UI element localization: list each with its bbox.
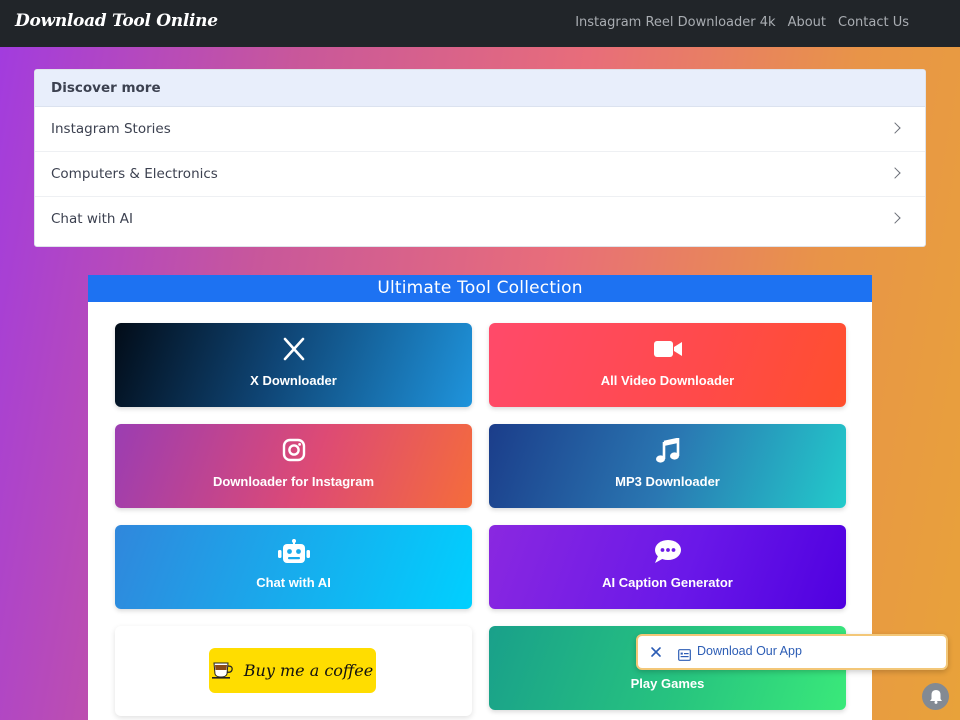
x-logo-icon — [115, 337, 472, 365]
tile-chat-with-ai[interactable]: Chat with AI — [115, 525, 472, 609]
nav-link-reel-downloader[interactable]: Instagram Reel Downloader 4k — [575, 15, 775, 30]
discover-item-label: Chat with AI — [51, 211, 133, 227]
close-icon[interactable] — [648, 644, 664, 660]
coffee-button-label: Buy me a coffee — [243, 661, 374, 680]
chevron-right-icon — [889, 212, 901, 224]
discover-heading: Discover more — [35, 70, 925, 107]
coffee-cup-icon — [211, 659, 234, 683]
robot-icon — [115, 539, 472, 567]
video-camera-icon — [489, 337, 846, 365]
tile-x-downloader[interactable]: X Downloader — [115, 323, 472, 407]
discover-item-computers[interactable]: Computers & Electronics — [35, 152, 925, 197]
nav-link-contact[interactable]: Contact Us — [838, 15, 909, 30]
discover-item-chat-ai[interactable]: Chat with AI — [35, 197, 925, 242]
nav-link-about[interactable]: About — [788, 15, 826, 30]
buy-me-a-coffee-button[interactable]: Buy me a coffee — [209, 648, 376, 693]
instagram-icon — [115, 438, 472, 466]
brand-logo[interactable]: Download Tool Online — [15, 11, 218, 31]
nav-links: Instagram Reel Downloader 4k About Conta… — [575, 15, 909, 30]
tile-instagram-downloader[interactable]: Downloader for Instagram — [115, 424, 472, 508]
discover-more-card: Discover more Instagram Stories Computer… — [34, 69, 926, 247]
chevron-right-icon — [889, 122, 901, 134]
tile-label: Chat with AI — [256, 575, 331, 590]
tile-label: Downloader for Instagram — [212, 474, 375, 489]
chevron-right-icon — [889, 167, 901, 179]
notification-bell-icon[interactable] — [922, 683, 949, 710]
tile-all-video-downloader[interactable]: All Video Downloader — [489, 323, 846, 407]
tile-label: Play Games — [630, 676, 705, 691]
app-window-icon — [678, 646, 691, 661]
music-note-icon — [489, 438, 846, 466]
discover-item-instagram-stories[interactable]: Instagram Stories — [35, 107, 925, 152]
top-navbar: Download Tool Online Instagram Reel Down… — [0, 0, 960, 47]
tile-label: X Downloader — [250, 373, 337, 388]
tile-buy-me-a-coffee: Buy me a coffee — [115, 626, 472, 716]
tile-mp3-downloader[interactable]: MP3 Downloader — [489, 424, 846, 508]
download-app-popup: Download Our App — [636, 634, 948, 670]
tool-collection-heading: Ultimate Tool Collection — [88, 275, 872, 302]
tile-label: MP3 Downloader — [615, 474, 720, 489]
tile-label: All Video Downloader — [600, 373, 735, 388]
download-app-link[interactable]: Download Our App — [697, 644, 802, 658]
discover-item-label: Instagram Stories — [51, 121, 171, 137]
discover-item-label: Computers & Electronics — [51, 166, 218, 182]
chat-bubble-icon — [489, 539, 846, 567]
tile-label: AI Caption Generator — [602, 575, 733, 590]
tile-ai-caption-generator[interactable]: AI Caption Generator — [489, 525, 846, 609]
